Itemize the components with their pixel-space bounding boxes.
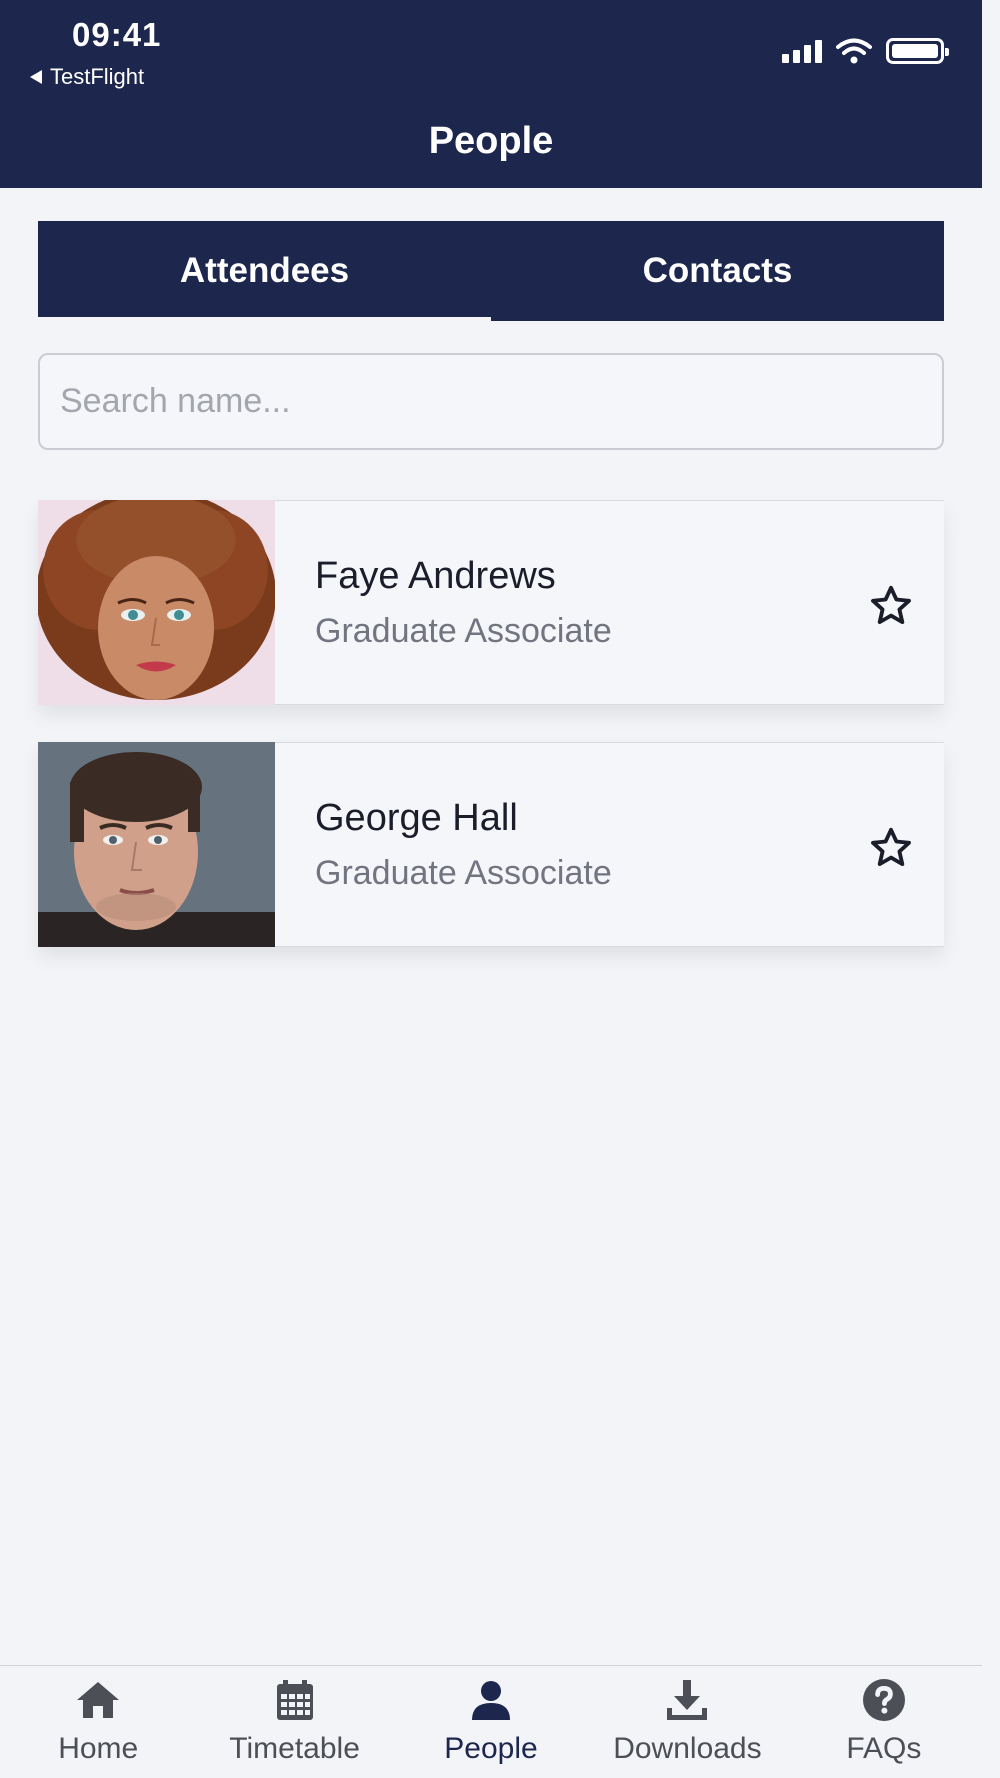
nav-faqs[interactable]: FAQs	[786, 1666, 982, 1778]
search-input[interactable]	[40, 355, 942, 448]
bottom-tab-bar: Home Timetable People Downloads FAQs	[0, 1665, 982, 1778]
nav-home[interactable]: Home	[0, 1666, 196, 1778]
cellular-signal-icon	[782, 39, 822, 63]
nav-downloads[interactable]: Downloads	[589, 1666, 785, 1778]
back-arrow-icon	[30, 70, 42, 84]
nav-downloads-label: Downloads	[613, 1732, 762, 1765]
person-role: Graduate Associate	[315, 853, 612, 892]
app-header: 09:41 TestFlight People	[0, 0, 982, 188]
person-info: Faye Andrews Graduate Associate	[315, 555, 944, 651]
back-app-label: TestFlight	[50, 64, 145, 89]
nav-people-label: People	[444, 1732, 538, 1765]
status-time: 09:41	[72, 16, 162, 53]
page-title: People	[428, 120, 554, 162]
battery-icon	[886, 38, 949, 64]
wifi-icon	[836, 38, 872, 64]
person-name: George Hall	[315, 796, 518, 839]
avatar-photo-woman	[38, 500, 275, 705]
favorite-star-icon[interactable]	[868, 825, 914, 871]
search-box	[38, 353, 944, 450]
nav-people[interactable]: People	[393, 1666, 589, 1778]
question-circle-icon	[862, 1679, 905, 1721]
tab-attendees[interactable]: Attendees	[38, 221, 491, 321]
back-to-app-link[interactable]: TestFlight	[30, 64, 144, 90]
nav-timetable[interactable]: Timetable	[196, 1666, 392, 1778]
nav-home-label: Home	[58, 1732, 139, 1765]
person-name: Faye Andrews	[315, 554, 556, 597]
nav-timetable-label: Timetable	[229, 1732, 360, 1765]
calendar-icon	[276, 1680, 313, 1720]
person-info: George Hall Graduate Associate	[315, 797, 944, 893]
favorite-star-icon[interactable]	[868, 583, 914, 629]
home-icon	[77, 1682, 120, 1718]
download-icon	[667, 1680, 708, 1720]
tab-contacts[interactable]: Contacts	[491, 221, 944, 321]
avatar-photo-man	[38, 742, 275, 947]
nav-faqs-label: FAQs	[846, 1732, 922, 1765]
person-card[interactable]: George Hall Graduate Associate	[38, 742, 944, 947]
person-card[interactable]: Faye Andrews Graduate Associate	[38, 500, 944, 705]
people-tabs: Attendees Contacts	[38, 221, 944, 321]
avatar	[38, 500, 275, 705]
status-icons	[782, 38, 949, 64]
person-icon	[472, 1681, 511, 1720]
avatar	[38, 742, 275, 947]
person-role: Graduate Associate	[315, 611, 612, 650]
